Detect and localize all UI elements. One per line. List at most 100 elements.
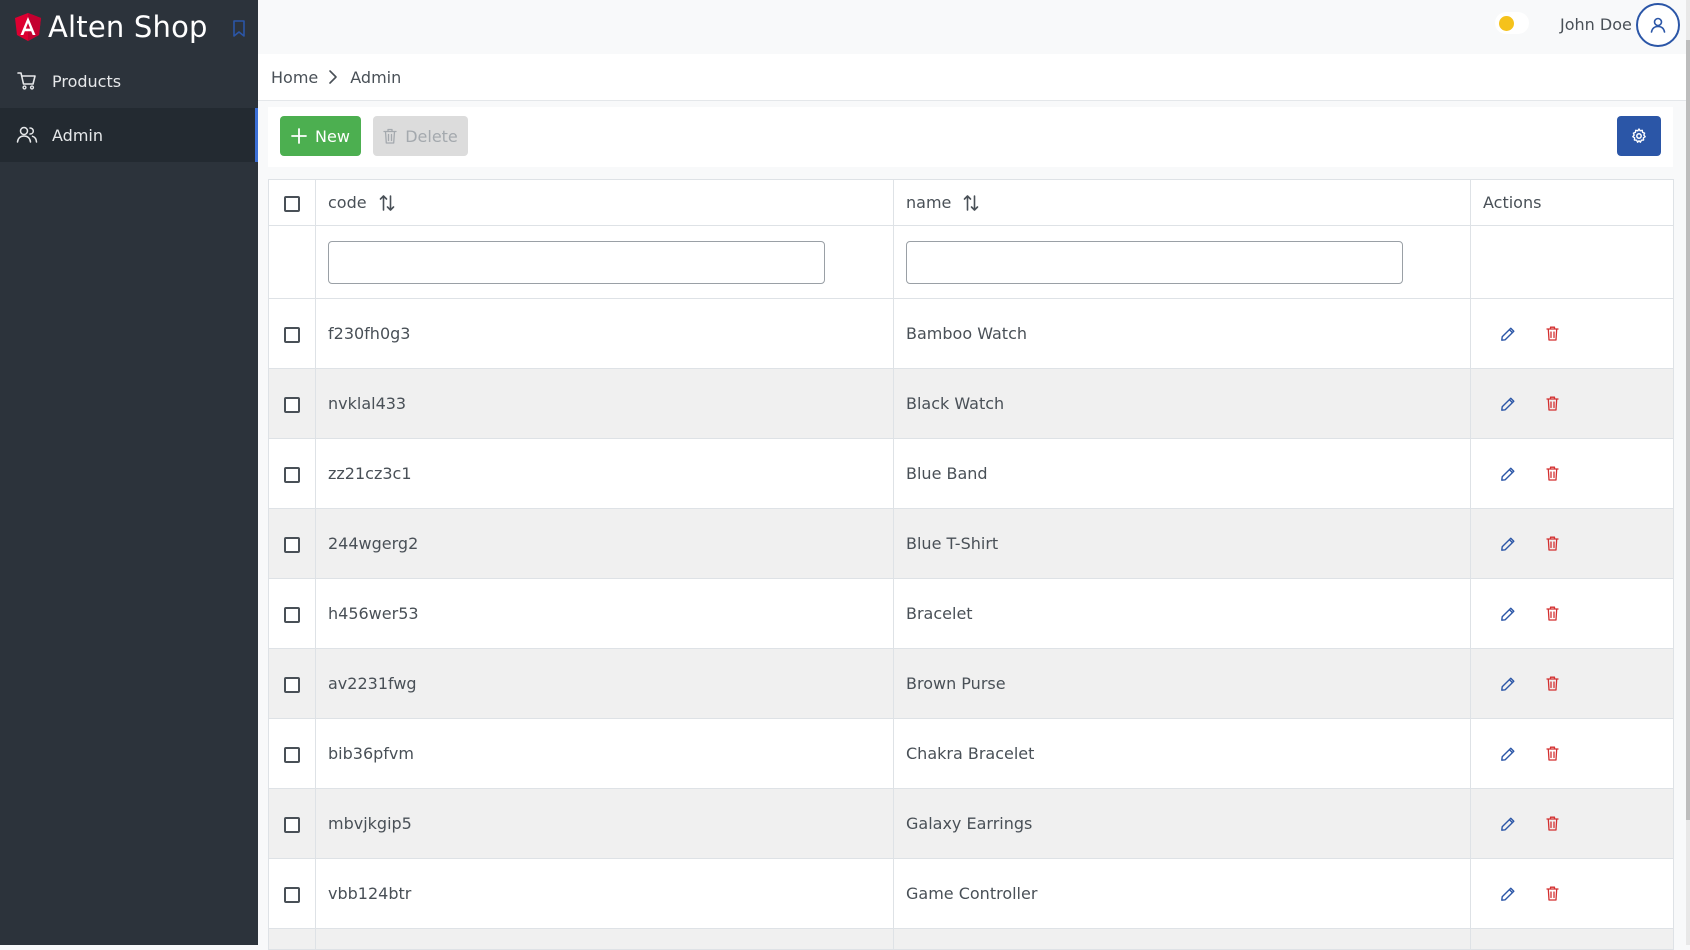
- toolbar: New Delete: [268, 107, 1673, 167]
- code-cell: f230fh0g3: [315, 298, 894, 369]
- select-all-checkbox[interactable]: [284, 195, 300, 212]
- actions-cell: [1470, 788, 1674, 859]
- row-checkbox[interactable]: [284, 606, 300, 623]
- row-checkbox[interactable]: [284, 676, 300, 693]
- table-row[interactable]: bib36pfvm Chakra Bracelet: [268, 718, 1674, 789]
- row-checkbox[interactable]: [284, 746, 300, 763]
- products-table: code name Actions f230fh0g3 Bamboo Watch…: [268, 179, 1674, 950]
- user-icon: [1650, 17, 1666, 33]
- scrollbar-thumb[interactable]: [1686, 40, 1690, 820]
- app-title: Alten Shop: [48, 10, 208, 44]
- row-checkbox[interactable]: [284, 466, 300, 483]
- code-cell: [315, 928, 894, 950]
- select-all-cell: [268, 179, 316, 226]
- row-select-cell: [268, 858, 316, 929]
- sort-icon[interactable]: [379, 194, 395, 212]
- angular-logo-icon: [15, 13, 41, 41]
- column-header-label: name: [906, 193, 952, 212]
- theme-toggle[interactable]: [1495, 12, 1529, 34]
- delete-trash-icon[interactable]: [1537, 879, 1567, 909]
- table-row[interactable]: zz21cz3c1 Blue Band: [268, 438, 1674, 509]
- name-cell: Brown Purse: [893, 648, 1471, 719]
- table-body: f230fh0g3 Bamboo Watch nvklal433 Black Watc…: [268, 298, 1674, 950]
- edit-pencil-icon[interactable]: [1493, 529, 1523, 559]
- filter-cell-empty: [268, 225, 316, 299]
- user-avatar-button[interactable]: [1636, 3, 1680, 47]
- row-checkbox[interactable]: [284, 816, 300, 833]
- code-cell: vbb124btr: [315, 858, 894, 929]
- row-select-cell: [268, 718, 316, 789]
- actions-cell: [1470, 648, 1674, 719]
- toggle-knob: [1499, 16, 1514, 31]
- table-row[interactable]: 244wgerg2 Blue T-Shirt: [268, 508, 1674, 579]
- row-select-cell: [268, 578, 316, 649]
- table-row[interactable]: [268, 928, 1674, 950]
- code-cell: av2231fwg: [315, 648, 894, 719]
- table-row[interactable]: mbvjkgip5 Galaxy Earrings: [268, 788, 1674, 859]
- code-cell: bib36pfvm: [315, 718, 894, 789]
- new-button-label: New: [315, 126, 350, 146]
- edit-pencil-icon[interactable]: [1493, 879, 1523, 909]
- column-header-name[interactable]: name: [893, 179, 1471, 226]
- new-button[interactable]: New: [280, 116, 361, 156]
- column-header-label: code: [328, 193, 367, 212]
- delete-trash-icon[interactable]: [1537, 529, 1567, 559]
- code-cell: 244wgerg2: [315, 508, 894, 579]
- delete-trash-icon[interactable]: [1537, 389, 1567, 419]
- code-cell: zz21cz3c1: [315, 438, 894, 509]
- row-checkbox[interactable]: [284, 396, 300, 413]
- scrollbar[interactable]: [1686, 0, 1690, 945]
- brand: Alten Shop: [0, 0, 258, 54]
- edit-pencil-icon[interactable]: [1493, 459, 1523, 489]
- name-filter-input[interactable]: [906, 240, 1403, 284]
- gear-icon: [1632, 128, 1646, 143]
- row-checkbox[interactable]: [284, 536, 300, 553]
- table-row[interactable]: nvklal433 Black Watch: [268, 368, 1674, 439]
- column-header-code[interactable]: code: [315, 179, 894, 226]
- row-select-cell: [268, 788, 316, 859]
- row-checkbox[interactable]: [284, 326, 300, 343]
- table-row[interactable]: f230fh0g3 Bamboo Watch: [268, 298, 1674, 369]
- bookmark-icon[interactable]: [232, 20, 246, 38]
- topbar: John Doe: [258, 0, 1690, 54]
- actions-cell: [1470, 858, 1674, 929]
- edit-pencil-icon[interactable]: [1493, 739, 1523, 769]
- sidebar-item-label: Admin: [52, 125, 103, 145]
- edit-pencil-icon[interactable]: [1493, 599, 1523, 629]
- trash-icon: [383, 128, 397, 144]
- filter-cell-empty: [1470, 225, 1674, 299]
- code-filter-input[interactable]: [328, 240, 825, 284]
- table-row[interactable]: vbb124btr Game Controller: [268, 858, 1674, 929]
- name-cell: Galaxy Earrings: [893, 788, 1471, 859]
- sort-icon[interactable]: [963, 194, 979, 212]
- delete-button[interactable]: Delete: [373, 116, 468, 156]
- edit-pencil-icon[interactable]: [1493, 809, 1523, 839]
- row-select-cell: [268, 298, 316, 369]
- table-row[interactable]: av2231fwg Brown Purse: [268, 648, 1674, 719]
- row-checkbox[interactable]: [284, 886, 300, 903]
- row-select-cell: [268, 368, 316, 439]
- delete-trash-icon[interactable]: [1537, 459, 1567, 489]
- breadcrumb-home[interactable]: Home: [271, 68, 318, 87]
- delete-trash-icon[interactable]: [1537, 739, 1567, 769]
- cart-icon: [16, 70, 38, 92]
- sidebar-item-admin[interactable]: Admin: [0, 108, 258, 162]
- settings-button[interactable]: [1617, 116, 1661, 156]
- row-select-cell: [268, 438, 316, 509]
- breadcrumb: Home Admin: [258, 54, 1686, 101]
- table-row[interactable]: h456wer53 Bracelet: [268, 578, 1674, 649]
- edit-pencil-icon[interactable]: [1493, 389, 1523, 419]
- actions-cell: [1470, 718, 1674, 789]
- delete-trash-icon[interactable]: [1537, 319, 1567, 349]
- delete-trash-icon[interactable]: [1537, 669, 1567, 699]
- sidebar-item-products[interactable]: Products: [0, 54, 258, 108]
- row-select-cell: [268, 508, 316, 579]
- delete-trash-icon[interactable]: [1537, 599, 1567, 629]
- delete-trash-icon[interactable]: [1537, 809, 1567, 839]
- chevron-right-icon: [328, 69, 340, 85]
- name-cell: Chakra Bracelet: [893, 718, 1471, 789]
- breadcrumb-current: Admin: [350, 67, 402, 87]
- edit-pencil-icon[interactable]: [1493, 319, 1523, 349]
- actions-cell: [1470, 368, 1674, 439]
- edit-pencil-icon[interactable]: [1493, 669, 1523, 699]
